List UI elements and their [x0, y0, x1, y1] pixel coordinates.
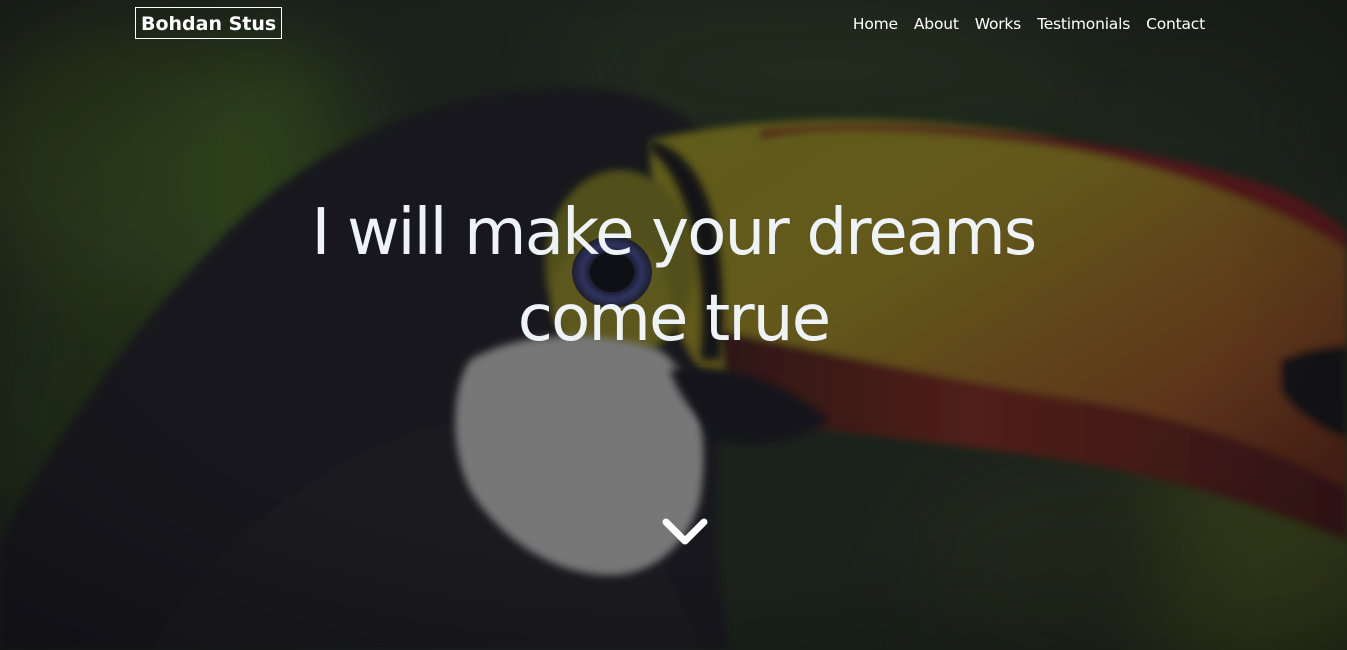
nav-link-testimonials[interactable]: Testimonials [1037, 15, 1130, 33]
hero-headline: I will make your dreams come true [0, 190, 1347, 362]
hero-section: Bohdan Stus Home About Works Testimonial… [0, 0, 1347, 650]
nav-item-home: Home [853, 13, 898, 35]
nav-link-works[interactable]: Works [975, 15, 1022, 33]
nav-item-about: About [914, 13, 959, 35]
hero-headline-line-2: come true [517, 282, 831, 356]
brand-logo[interactable]: Bohdan Stus [135, 7, 283, 39]
scroll-down-button[interactable] [660, 514, 710, 554]
chevron-down-icon [662, 518, 708, 545]
nav-link-contact[interactable]: Contact [1146, 15, 1205, 33]
nav-menu: Home About Works Testimonials Contact [837, 13, 1205, 35]
nav-link-about[interactable]: About [914, 15, 959, 33]
nav-item-works: Works [975, 13, 1022, 35]
nav-link-home[interactable]: Home [853, 15, 898, 33]
hero-headline-line-1: I will make your dreams [311, 196, 1038, 270]
nav-item-testimonials: Testimonials [1037, 13, 1130, 35]
top-navbar: Bohdan Stus Home About Works Testimonial… [0, 0, 1347, 48]
nav-item-contact: Contact [1146, 13, 1205, 35]
